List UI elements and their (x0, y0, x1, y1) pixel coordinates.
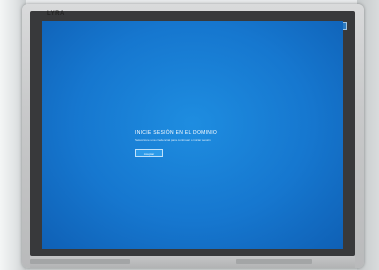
monitor-stand-right (236, 259, 312, 264)
login-title: INICIE SESIÓN EN EL DOMINIO (135, 130, 218, 136)
accept-button[interactable]: Aceptar (135, 149, 163, 157)
monitor-bezel: LYRA INICIE SESIÓN EN EL DOMINIO Selecci… (30, 11, 355, 256)
login-subtitle: Seleccione una credencial para continuar… (135, 138, 211, 142)
login-dialog: INICIE SESIÓN EN EL DOMINIO Seleccione u… (135, 130, 218, 157)
login-screen: INICIE SESIÓN EN EL DOMINIO Seleccione u… (42, 21, 343, 249)
monitor-stand-left (30, 259, 130, 264)
monitor-frame: LYRA INICIE SESIÓN EN EL DOMINIO Selecci… (22, 4, 364, 268)
monitor-brand-logo: LYRA (47, 11, 65, 17)
